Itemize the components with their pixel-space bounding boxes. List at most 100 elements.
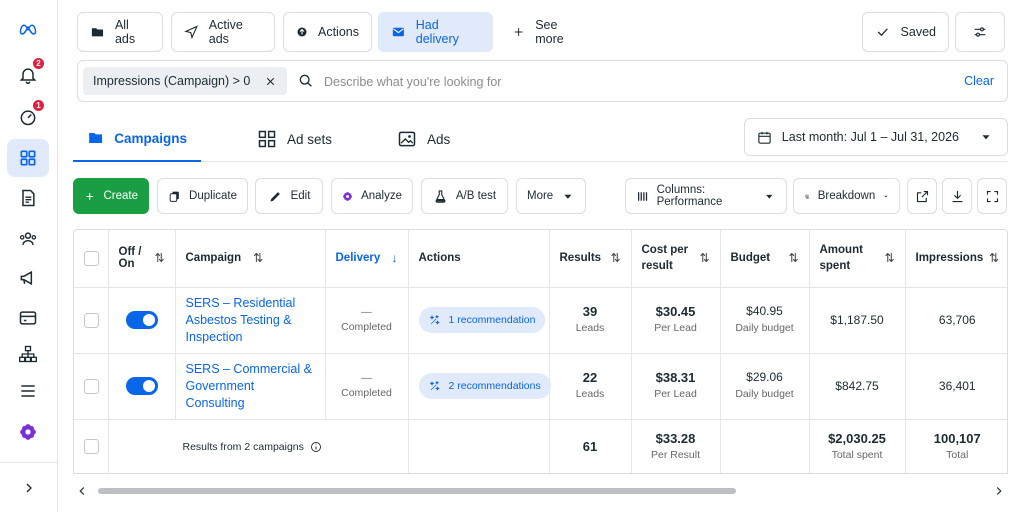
ab-test-button[interactable]: A/B test [421,178,508,214]
campaigns-megaphone-icon[interactable] [7,259,49,297]
totals-checkbox[interactable] [84,439,99,455]
breakdown-dropdown[interactable]: Breakdown [793,178,900,214]
business-hierarchy-icon[interactable] [7,335,49,373]
recommendation-label: 1 recommendation [448,314,536,326]
sort-desc-icon[interactable]: ↓ [392,251,398,265]
delivery-dash: — [361,306,372,318]
ads-manager-grid-icon[interactable] [7,139,49,177]
sort-icon[interactable]: ⇅ [788,251,798,265]
analyze-button[interactable]: Analyze [331,178,413,214]
create-button[interactable]: Create [73,178,149,214]
grid-icon [258,130,276,148]
filter-active-ads[interactable]: Active ads [171,12,275,52]
header-impressions[interactable]: Impressions ⇅ [905,230,1007,288]
reports-document-icon[interactable] [7,179,49,217]
row-checkbox[interactable] [84,378,99,394]
close-icon[interactable] [264,75,277,88]
tab-ads[interactable]: Ads [383,116,464,162]
sort-icon[interactable]: ⇅ [884,251,894,265]
header-off-on[interactable]: Off / On ⇅ [108,230,176,288]
header-campaign[interactable]: Campaign ⇅ [175,230,326,288]
performance-gauge-icon[interactable]: 1 [7,98,49,136]
header-off-on-label: Off / On [118,246,142,271]
tab-campaigns[interactable]: Campaigns [73,116,201,162]
header-delivery-label: Delivery [335,252,381,265]
export-button[interactable] [907,178,937,214]
billing-card-icon[interactable] [7,299,49,337]
clear-filters-link[interactable]: Clear [964,74,994,88]
budget-value[interactable]: $40.95 [731,303,799,320]
notifications-bell-icon[interactable]: 2 [7,56,49,94]
cost-value: $38.31 [655,370,696,385]
filter-all-ads[interactable]: All ads [77,12,163,52]
checkmark-icon [877,28,888,37]
horizontal-scrollbar[interactable] [73,480,1008,502]
audiences-people-icon[interactable] [7,220,49,258]
menu-hamburger-icon[interactable] [7,372,49,410]
select-all-checkbox[interactable] [84,250,99,266]
meta-ai-flower-icon[interactable] [7,413,49,451]
search-input[interactable] [324,69,924,95]
scroll-track[interactable] [98,488,988,494]
info-icon[interactable] [310,441,322,453]
cost-label: Per Lead [654,388,697,400]
campaign-name-link[interactable]: SERS – Commercial & Government Consultin… [186,362,312,410]
scroll-right-icon[interactable] [992,484,1006,498]
header-results[interactable]: Results ⇅ [549,230,632,288]
filter-settings-button[interactable] [955,12,1005,52]
caret-down-icon [564,194,572,199]
table-row[interactable]: SERS – Commercial & Government Consultin… [74,353,1007,420]
see-more-filters-button[interactable]: See more [499,12,593,52]
duplicate-button[interactable]: Duplicate [157,178,248,214]
tab-ads-label: Ads [427,131,451,147]
header-cost-per-result[interactable]: Cost per result ⇅ [631,230,721,288]
results-value: 39 [582,304,598,319]
budget-label: Daily budget [735,322,794,334]
notifications-badge: 2 [32,57,45,70]
meta-logo-icon[interactable] [7,10,49,48]
header-delivery[interactable]: Delivery ↓ [325,230,409,288]
breakdown-icon [804,194,809,199]
sort-icon[interactable]: ⇅ [253,251,263,265]
columns-icon [637,191,648,201]
header-actions-label: Actions [418,252,461,265]
sort-icon[interactable]: ⇅ [154,251,164,265]
sort-icon[interactable]: ⇅ [989,251,999,265]
table-row[interactable]: SERS – Residential Asbestos Testing & In… [74,287,1007,354]
tab-ad-sets[interactable]: Ad sets [243,116,346,162]
campaign-toggle[interactable] [125,377,158,395]
recommendation-chip[interactable]: 2 recommendations [418,373,551,399]
saved-filters-button[interactable]: Saved [862,12,949,52]
edit-label: Edit [290,190,311,202]
campaign-toggle[interactable] [125,311,158,329]
filter-actions[interactable]: Actions [283,12,372,52]
more-actions-button[interactable]: More [516,178,586,214]
recommendation-chip[interactable]: 1 recommendation [418,307,546,333]
header-amount-spent[interactable]: Amount spent ⇅ [809,230,906,288]
sort-icon[interactable]: ⇅ [699,251,709,265]
header-select-all[interactable] [74,230,109,288]
envelope-icon [392,27,404,37]
results-label: Leads [575,322,605,334]
campaign-name-link[interactable]: SERS – Residential Asbestos Testing & In… [186,296,296,344]
expand-sidebar-button[interactable] [0,462,58,512]
applied-filter-pill[interactable]: Impressions (Campaign) > 0 [83,67,288,95]
scroll-left-icon[interactable] [75,484,89,498]
impressions-value: 63,706 [938,312,976,327]
folder-icon [89,132,103,144]
edit-button[interactable]: Edit [255,178,323,214]
total-impressions-value: 100,107 [933,430,981,446]
columns-dropdown[interactable]: Columns: Performance [625,178,787,214]
scroll-thumb[interactable] [98,488,736,494]
tab-campaigns-label: Campaigns [114,130,187,146]
date-range-picker[interactable]: Last month: Jul 1 – Jul 31, 2026 [743,118,1008,156]
download-button[interactable] [942,178,972,214]
row-checkbox[interactable] [84,312,99,328]
sort-icon[interactable]: ⇅ [610,251,620,265]
filter-had-delivery[interactable]: Had delivery [378,12,493,52]
header-budget[interactable]: Budget ⇅ [720,230,810,288]
fullscreen-button[interactable] [977,178,1007,214]
budget-value[interactable]: $29.06 [731,369,799,386]
delivery-dash: — [361,372,372,384]
ads-manager-main: All ads Active ads Actions Had delivery … [58,0,1024,512]
